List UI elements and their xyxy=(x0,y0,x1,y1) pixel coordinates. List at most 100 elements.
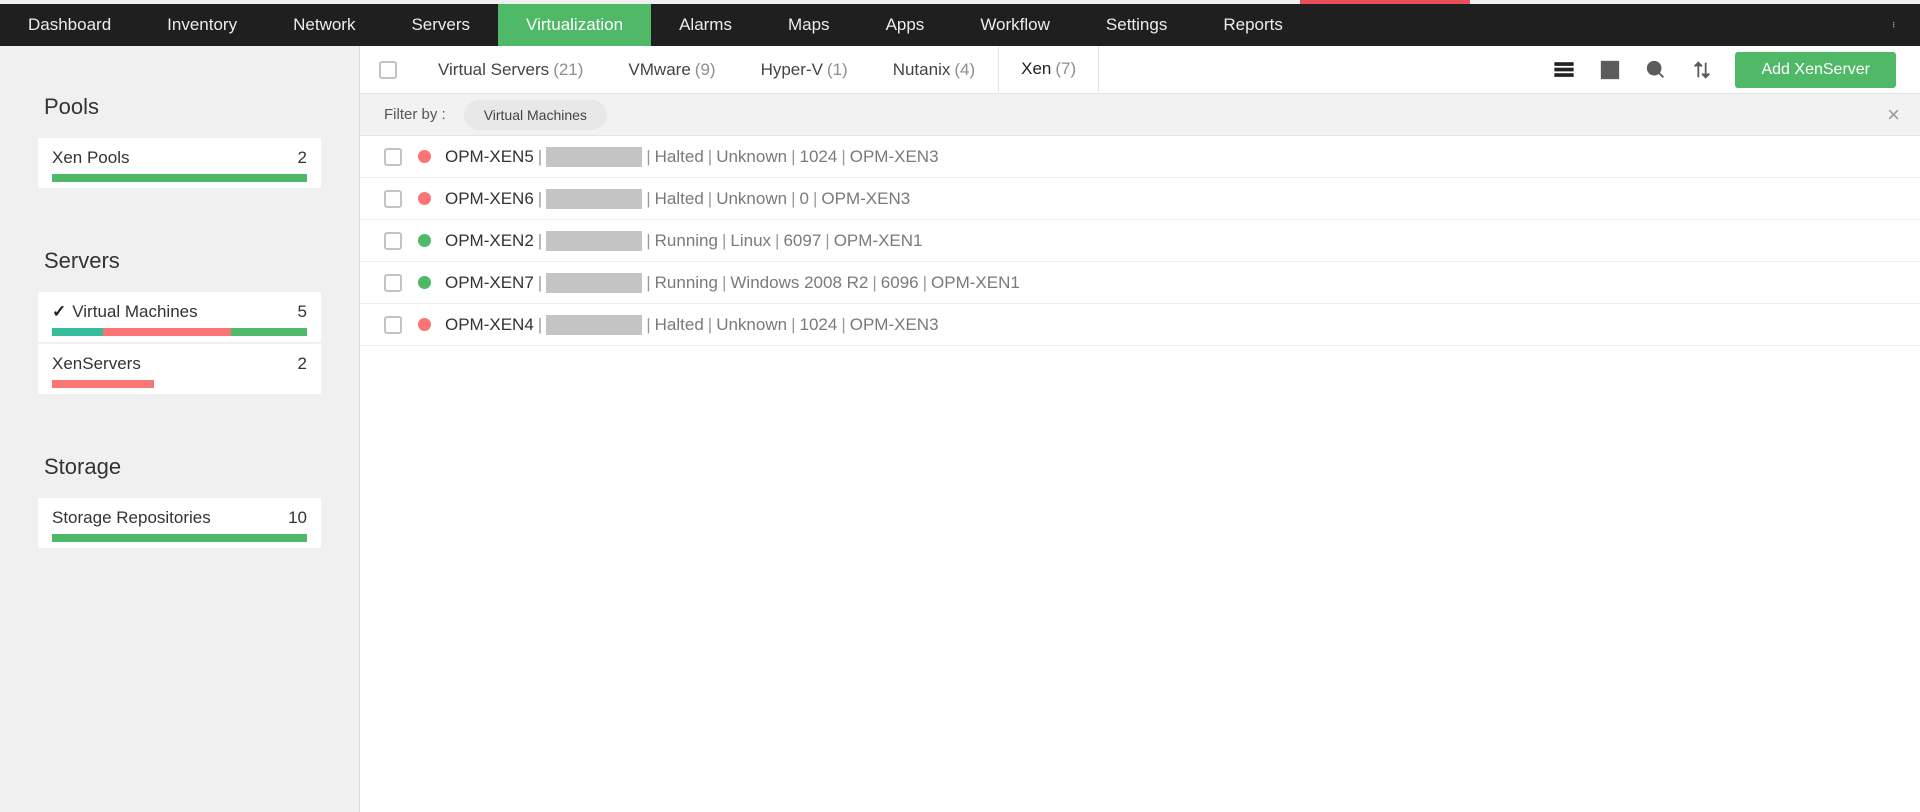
nav-item-apps[interactable]: Apps xyxy=(858,4,953,46)
sidebar-row[interactable]: ✓Virtual Machines5 xyxy=(38,292,321,342)
vm-row-checkbox[interactable] xyxy=(384,148,402,166)
nav-item-servers[interactable]: Servers xyxy=(383,4,498,46)
add-xenserver-button[interactable]: Add XenServer xyxy=(1735,52,1896,88)
tab-count: (4) xyxy=(954,60,975,80)
toolbar-right: Add XenServer xyxy=(1551,52,1920,88)
vm-redacted xyxy=(546,273,642,293)
sidebar-row-count: 5 xyxy=(298,302,307,322)
nav-item-reports[interactable]: Reports xyxy=(1195,4,1311,46)
sidebar-section-pools: PoolsXen Pools2 xyxy=(0,94,359,188)
grid-view-icon[interactable] xyxy=(1597,57,1623,83)
main-panel: Virtual Servers (21)VMware (9)Hyper-V (1… xyxy=(360,46,1920,812)
sidebar-row-label: XenServers xyxy=(52,354,141,374)
sidebar-row-count: 2 xyxy=(298,354,307,374)
nav-more-icon[interactable] xyxy=(1872,4,1920,46)
vm-state: Running xyxy=(655,273,718,293)
filter-pill[interactable]: Virtual Machines xyxy=(464,100,607,130)
sidebar-row-bar xyxy=(52,328,307,336)
tab-xen[interactable]: Xen (7) xyxy=(998,46,1099,93)
vm-state: Running xyxy=(655,231,718,251)
sort-icon[interactable] xyxy=(1689,57,1715,83)
vm-row[interactable]: OPM-XEN7 | | Running | Windows 2008 R2 |… xyxy=(360,262,1920,304)
vm-row-checkbox[interactable] xyxy=(384,232,402,250)
sidebar-row[interactable]: XenServers 2 xyxy=(38,344,321,394)
vm-name: OPM-XEN5 xyxy=(445,147,534,167)
vm-row-checkbox[interactable] xyxy=(384,316,402,334)
tab-count: (1) xyxy=(827,60,848,80)
tab-label: Virtual Servers xyxy=(438,60,549,80)
vm-redacted xyxy=(546,231,642,251)
vm-name: OPM-XEN2 xyxy=(445,231,534,251)
vm-list: OPM-XEN5 | | Halted | Unknown | 1024 | O… xyxy=(360,136,1920,346)
tab-count: (21) xyxy=(553,60,583,80)
vm-os: Windows 2008 R2 xyxy=(730,273,868,293)
status-dot-icon xyxy=(418,318,431,331)
vm-host: OPM-XEN3 xyxy=(850,147,939,167)
tab-label: Hyper-V xyxy=(761,60,823,80)
tab-nutanix[interactable]: Nutanix (4) xyxy=(871,46,998,93)
sidebar-heading: Pools xyxy=(0,94,359,138)
vm-os: Unknown xyxy=(716,147,787,167)
vm-host: OPM-XEN3 xyxy=(850,315,939,335)
filter-label: Filter by : xyxy=(384,106,446,123)
vm-row-checkbox[interactable] xyxy=(384,190,402,208)
vm-host: OPM-XEN1 xyxy=(834,231,923,251)
sidebar-row-label: Storage Repositories xyxy=(52,508,211,528)
vm-redacted xyxy=(546,189,642,209)
sidebar-section-servers: Servers✓Virtual Machines5XenServers2 xyxy=(0,248,359,394)
sidebar-heading: Storage xyxy=(0,454,359,498)
vm-memory: 0 xyxy=(800,189,809,209)
main-nav: DashboardInventoryNetworkServersVirtuali… xyxy=(0,4,1920,46)
vm-name: OPM-XEN6 xyxy=(445,189,534,209)
sidebar-row[interactable]: Storage Repositories 10 xyxy=(38,498,321,548)
status-dot-icon xyxy=(418,192,431,205)
nav-item-workflow[interactable]: Workflow xyxy=(952,4,1078,46)
sidebar-row[interactable]: Xen Pools2 xyxy=(38,138,321,188)
sidebar-row-count: 10 xyxy=(288,508,307,528)
tabs-host: Virtual Servers (21)VMware (9)Hyper-V (1… xyxy=(416,46,1099,93)
tab-virtual-servers[interactable]: Virtual Servers (21) xyxy=(416,46,606,93)
vm-os: Unknown xyxy=(716,189,787,209)
sidebar-row-bar xyxy=(52,534,307,542)
vm-row[interactable]: OPM-XEN4 | | Halted | Unknown | 1024 | O… xyxy=(360,304,1920,346)
tab-vmware[interactable]: VMware (9) xyxy=(606,46,738,93)
tab-label: Xen xyxy=(1021,59,1051,79)
nav-item-network[interactable]: Network xyxy=(265,4,383,46)
check-icon: ✓ xyxy=(52,302,66,322)
close-icon[interactable]: × xyxy=(1887,104,1900,126)
tab-count: (7) xyxy=(1055,59,1076,79)
nav-item-maps[interactable]: Maps xyxy=(760,4,858,46)
vm-redacted xyxy=(546,147,642,167)
vm-row[interactable]: OPM-XEN2 | | Running | Linux | 6097 | OP… xyxy=(360,220,1920,262)
tab-label: Nutanix xyxy=(893,60,951,80)
vm-row[interactable]: OPM-XEN6 | | Halted | Unknown | 0 | OPM-… xyxy=(360,178,1920,220)
search-icon[interactable] xyxy=(1643,57,1669,83)
nav-item-settings[interactable]: Settings xyxy=(1078,4,1195,46)
filter-strip: Filter by : Virtual Machines × xyxy=(360,94,1920,136)
nav-item-virtualization[interactable]: Virtualization xyxy=(498,4,651,46)
select-all-checkbox[interactable] xyxy=(379,61,397,79)
nav-item-alarms[interactable]: Alarms xyxy=(651,4,760,46)
vm-name: OPM-XEN4 xyxy=(445,315,534,335)
vm-row[interactable]: OPM-XEN5 | | Halted | Unknown | 1024 | O… xyxy=(360,136,1920,178)
tab-count: (9) xyxy=(695,60,716,80)
vm-os: Linux xyxy=(730,231,771,251)
tab-hyper-v[interactable]: Hyper-V (1) xyxy=(739,46,871,93)
sidebar-section-storage: Storage Storage Repositories 10 xyxy=(0,454,359,548)
status-dot-icon xyxy=(418,276,431,289)
status-dot-icon xyxy=(418,150,431,163)
vm-host: OPM-XEN1 xyxy=(931,273,1020,293)
vm-memory: 1024 xyxy=(800,315,838,335)
vm-memory: 6096 xyxy=(881,273,919,293)
vm-row-checkbox[interactable] xyxy=(384,274,402,292)
list-view-icon[interactable] xyxy=(1551,57,1577,83)
sidebar-row-count: 2 xyxy=(298,148,307,168)
tab-bar: Virtual Servers (21)VMware (9)Hyper-V (1… xyxy=(360,46,1920,94)
vm-host: OPM-XEN3 xyxy=(821,189,910,209)
vm-os: Unknown xyxy=(716,315,787,335)
vm-redacted xyxy=(546,315,642,335)
sidebar-row-bar xyxy=(52,380,307,388)
nav-item-dashboard[interactable]: Dashboard xyxy=(0,4,139,46)
nav-item-inventory[interactable]: Inventory xyxy=(139,4,265,46)
vm-name: OPM-XEN7 xyxy=(445,273,534,293)
